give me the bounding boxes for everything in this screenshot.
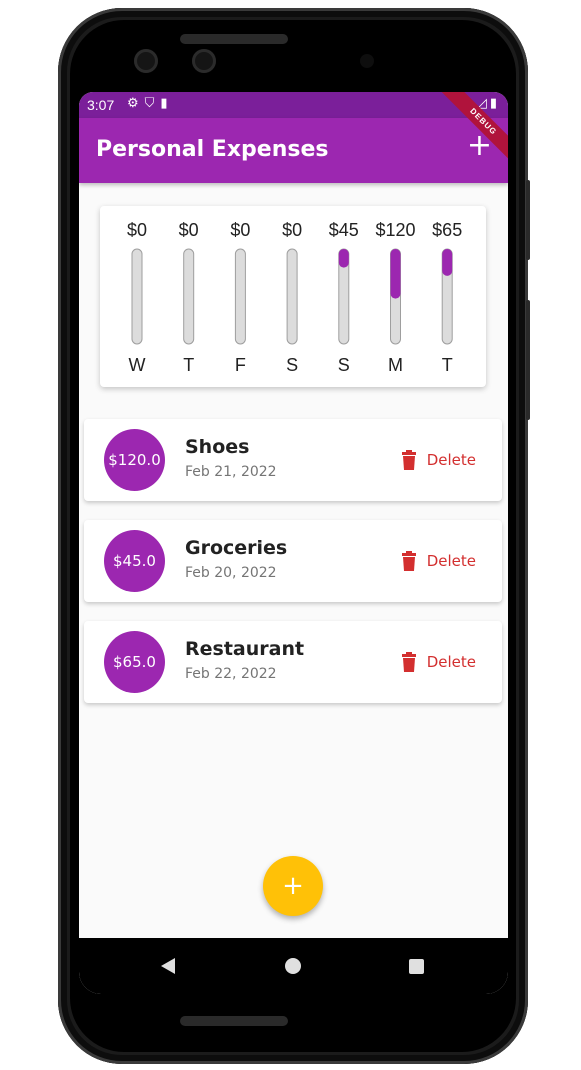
transaction-card: $65.0 Restaurant Feb 22, 2022 Delete — [84, 621, 502, 703]
front-camera-icon — [134, 49, 158, 73]
page-title: Personal Expenses — [96, 137, 329, 162]
app-screen: 3:07 ⚙⛉▮ ▼◿▮ Personal Expenses + DEBUG $… — [79, 92, 508, 994]
transaction-date: Feb 20, 2022 — [185, 565, 277, 581]
transaction-date: Feb 21, 2022 — [185, 464, 277, 480]
transaction-card: $45.0 Groceries Feb 20, 2022 Delete — [84, 520, 502, 602]
bar-day-label: M — [388, 355, 403, 375]
trash-icon — [401, 652, 416, 672]
amount-avatar: $65.0 — [104, 631, 165, 693]
transaction-date: Feb 22, 2022 — [185, 666, 277, 682]
proximity-sensor — [360, 54, 374, 68]
bar-track — [234, 248, 246, 345]
bottom-speaker — [180, 1016, 288, 1026]
bar-value-label: $0 — [230, 220, 250, 240]
bar-day-label: S — [286, 355, 298, 375]
transaction-title: Groceries — [185, 537, 288, 559]
delete-button[interactable]: Delete — [401, 652, 476, 672]
bar-value-label: $0 — [282, 220, 302, 240]
transaction-title: Shoes — [185, 436, 250, 458]
weekly-chart: $0 W $0 T $0 F $0 S $45 S $120 M $65 T — [127, 220, 462, 375]
bar-value-label: $0 — [127, 220, 147, 240]
back-icon[interactable] — [161, 958, 175, 974]
add-transaction-fab[interactable]: + — [263, 856, 323, 916]
delete-label: Delete — [426, 552, 476, 570]
status-time: 3:07 — [87, 97, 115, 113]
delete-label: Delete — [426, 653, 476, 671]
earpiece-speaker — [180, 34, 288, 44]
trash-icon — [401, 450, 416, 470]
transaction-title: Restaurant — [185, 638, 305, 660]
bar-value-label: $65 — [432, 220, 462, 240]
bar-track — [183, 248, 195, 345]
android-nav-bar — [79, 938, 508, 994]
bar-day-label: T — [442, 355, 453, 375]
bar-track — [131, 248, 143, 345]
recent-apps-icon[interactable] — [409, 959, 424, 974]
bar-day-label: W — [129, 355, 146, 375]
bar-day-label: S — [338, 355, 350, 375]
volume-button — [526, 300, 530, 420]
home-icon[interactable] — [285, 958, 301, 974]
bar-track — [286, 248, 298, 345]
app-bar: Personal Expenses + — [79, 118, 508, 183]
power-button — [526, 180, 530, 260]
delete-button[interactable]: Delete — [401, 551, 476, 571]
bar-day-label: F — [235, 355, 246, 375]
trash-icon — [401, 551, 416, 571]
bar-day-label: T — [183, 355, 194, 375]
front-sensor-icon — [192, 49, 216, 73]
bar-fill — [442, 249, 453, 276]
transaction-card: $120.0 Shoes Feb 21, 2022 Delete — [84, 419, 502, 501]
bar-value-label: $45 — [329, 220, 359, 240]
bar-fill — [390, 249, 401, 299]
status-bar: 3:07 ⚙⛉▮ ▼◿▮ — [79, 92, 508, 118]
weekly-chart-card: $0 W $0 T $0 F $0 S $45 S $120 M $65 T — [100, 206, 486, 387]
bar-fill — [338, 249, 349, 268]
delete-button[interactable]: Delete — [401, 450, 476, 470]
delete-label: Delete — [426, 451, 476, 469]
amount-avatar: $45.0 — [104, 530, 165, 592]
amount-avatar: $120.0 — [104, 429, 165, 491]
status-left-icons: ⚙⛉▮ — [127, 95, 174, 110]
bar-value-label: $0 — [179, 220, 199, 240]
bar-value-label: $120 — [375, 220, 415, 240]
